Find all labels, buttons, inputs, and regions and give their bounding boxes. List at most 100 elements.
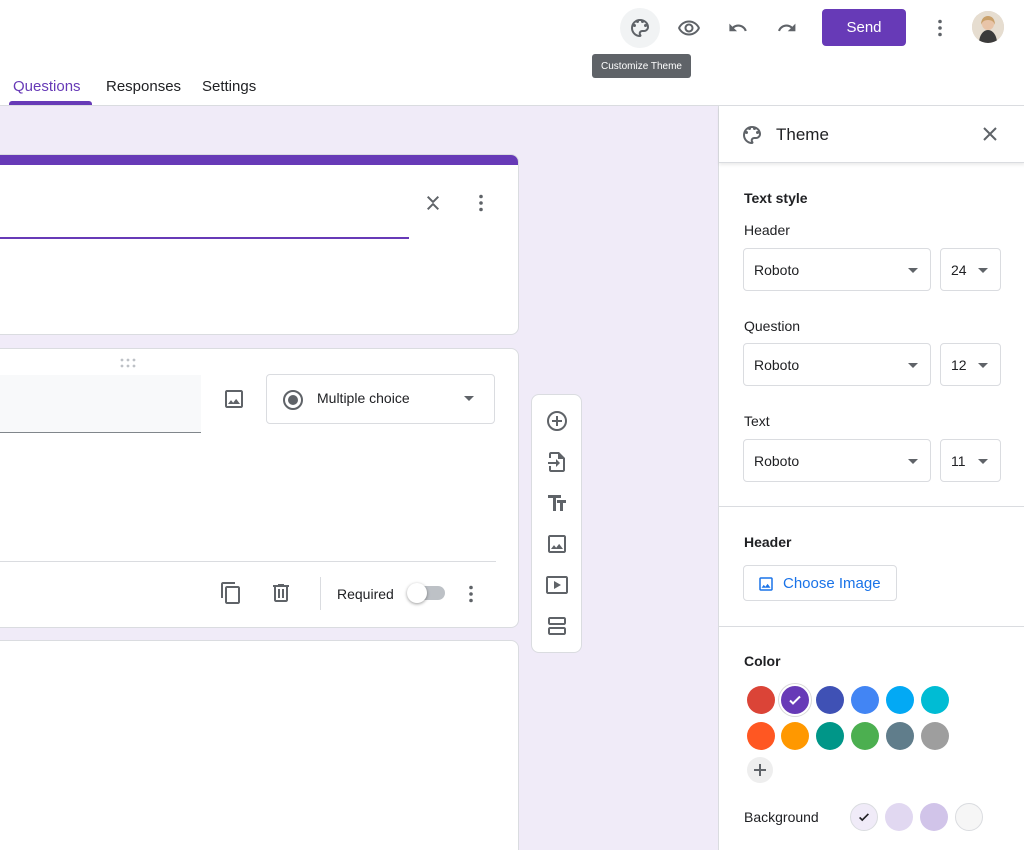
eye-icon (678, 20, 700, 36)
question-font-value: Roboto (754, 357, 800, 373)
redo-icon (778, 23, 796, 32)
add-image-icon[interactable] (222, 387, 246, 416)
collapse-icon[interactable] (421, 191, 445, 220)
color-swatch-blue-grey[interactable] (886, 722, 914, 750)
send-button[interactable]: Send (822, 9, 906, 46)
tab-settings[interactable]: Settings (202, 78, 256, 95)
question-font-select[interactable]: Roboto (743, 343, 931, 386)
chevron-down-icon (978, 363, 988, 368)
image-icon (757, 575, 775, 598)
header-size-value: 24 (951, 262, 967, 278)
question-size-select[interactable]: 12 (940, 343, 1001, 386)
chevron-down-icon (464, 396, 474, 401)
text-style-title: Text style (744, 190, 808, 206)
tab-questions[interactable]: Questions (13, 78, 81, 95)
preview-button[interactable] (669, 8, 709, 48)
panel-divider (719, 506, 1024, 507)
undo-button[interactable] (718, 8, 758, 48)
text-font-select[interactable]: Roboto (743, 439, 931, 482)
add-custom-color-button[interactable] (747, 757, 773, 783)
add-video-icon[interactable] (545, 573, 569, 597)
drag-handle-icon[interactable] (119, 355, 137, 373)
add-question-icon[interactable] (545, 409, 569, 433)
active-tab-indicator (9, 101, 92, 105)
background-swatch[interactable] (955, 803, 983, 831)
chevron-down-icon (908, 363, 918, 368)
title-more-icon[interactable] (469, 191, 493, 220)
color-swatch-deep-orange[interactable] (747, 722, 775, 750)
duplicate-icon[interactable] (219, 581, 243, 610)
background-swatch[interactable] (920, 803, 948, 831)
customize-theme-button[interactable] (620, 8, 660, 48)
add-image-icon[interactable] (545, 532, 569, 556)
color-swatch-green[interactable] (851, 722, 879, 750)
text-font-value: Roboto (754, 453, 800, 469)
color-swatch-blue[interactable] (851, 686, 879, 714)
color-swatch-light-blue[interactable] (886, 686, 914, 714)
color-swatch-teal[interactable] (816, 722, 844, 750)
choose-image-button[interactable]: Choose Image (743, 565, 897, 601)
header-size-select[interactable]: 24 (940, 248, 1001, 291)
color-swatch-orange[interactable] (781, 722, 809, 750)
color-swatch-grey[interactable] (921, 722, 949, 750)
import-questions-icon[interactable] (545, 450, 569, 474)
add-section-icon[interactable] (545, 614, 569, 638)
theme-panel-header: Theme (719, 106, 1024, 163)
chevron-down-icon (908, 268, 918, 273)
customize-theme-tooltip: Customize Theme (592, 54, 691, 78)
footer-separator (320, 577, 321, 610)
tab-responses[interactable]: Responses (106, 78, 181, 95)
text-size-select[interactable]: 11 (940, 439, 1001, 482)
redo-button[interactable] (767, 8, 807, 48)
add-title-icon[interactable] (545, 491, 569, 515)
color-swatch-red[interactable] (747, 686, 775, 714)
more-vert-icon (938, 19, 942, 37)
color-swatch-cyan[interactable] (921, 686, 949, 714)
text-size-value: 11 (951, 453, 966, 469)
question-title-input[interactable] (0, 375, 201, 433)
theme-panel: Theme Text style Header Roboto 24 Questi… (718, 106, 1024, 850)
check-icon (859, 813, 869, 822)
header-section-title: Header (744, 534, 792, 550)
chevron-down-icon (908, 459, 918, 464)
background-swatch[interactable] (885, 803, 913, 831)
radio-button-icon (282, 389, 304, 416)
palette-icon (631, 19, 649, 37)
question-footer-divider (0, 561, 496, 562)
title-card-accent (0, 155, 518, 165)
question-type-dropdown[interactable]: Multiple choice (266, 374, 495, 424)
title-field-underline (0, 237, 409, 239)
color-swatch-purple-selected[interactable] (779, 684, 811, 716)
form-canvas: Multiple choice Required (0, 106, 718, 850)
theme-panel-title: Theme (776, 125, 829, 144)
more-options-button[interactable] (920, 8, 960, 48)
chevron-down-icon (978, 268, 988, 273)
chevron-down-icon (978, 459, 988, 464)
floating-toolbar (531, 394, 582, 653)
color-swatch-indigo[interactable] (816, 686, 844, 714)
header-font-value: Roboto (754, 262, 800, 278)
choose-image-label: Choose Image (783, 575, 881, 592)
toggle-knob (407, 583, 427, 603)
background-swatch-selected[interactable] (850, 803, 878, 831)
question-card[interactable]: Multiple choice Required (0, 348, 519, 628)
question-font-label: Question (744, 318, 801, 334)
required-label: Required (337, 586, 394, 602)
background-label: Background (744, 809, 819, 825)
check-icon (789, 695, 801, 705)
question-size-value: 12 (951, 357, 967, 373)
close-icon[interactable] (978, 122, 1002, 151)
form-title-card[interactable] (0, 154, 519, 335)
question-type-label: Multiple choice (317, 390, 410, 406)
next-question-card[interactable] (0, 640, 519, 850)
required-toggle[interactable] (407, 583, 445, 603)
top-bar: Send Customize Theme Questions Responses… (0, 0, 1024, 106)
plus-icon (754, 764, 766, 776)
delete-icon[interactable] (269, 581, 293, 610)
header-font-select[interactable]: Roboto (743, 248, 931, 291)
undo-icon (729, 23, 747, 32)
question-more-icon[interactable] (459, 582, 483, 611)
panel-divider (719, 626, 1024, 627)
avatar[interactable] (972, 11, 1004, 43)
color-section-title: Color (744, 653, 781, 669)
